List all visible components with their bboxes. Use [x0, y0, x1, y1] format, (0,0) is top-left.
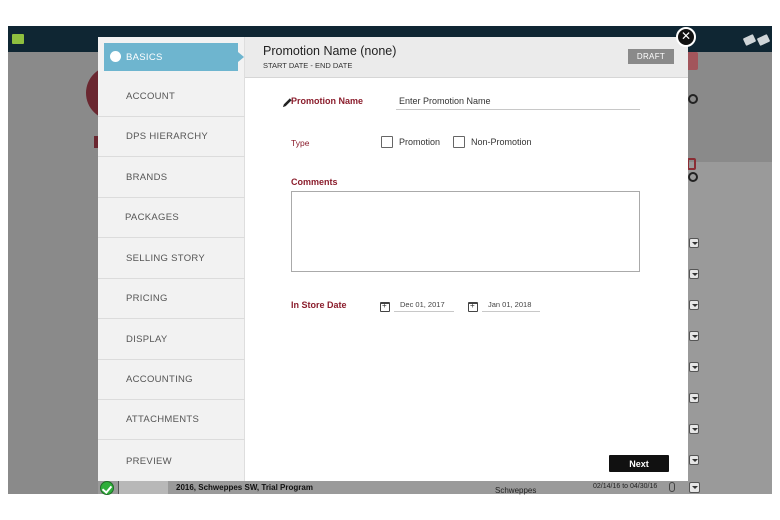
- page-title: Promotion Name (none): [263, 44, 397, 58]
- row-menu-button: [689, 362, 699, 372]
- end-date-field[interactable]: Jan 01, 2018: [482, 298, 540, 312]
- close-icon: ✕: [680, 29, 692, 43]
- sidebar-item-account[interactable]: ACCOUNT: [98, 77, 245, 117]
- row-dates: 02/14/16 to 04/30/16: [593, 483, 658, 490]
- type-label: Type: [291, 138, 310, 148]
- comments-label: Comments: [291, 177, 338, 187]
- paperclip-icon: [669, 482, 675, 492]
- row-menu-button: [689, 455, 699, 465]
- sidebar-item-attachments[interactable]: ATTACHMENTS: [98, 400, 245, 440]
- folder-icon: [12, 34, 24, 44]
- row-menu-button: [689, 424, 699, 434]
- comments-textarea[interactable]: [291, 191, 640, 272]
- row-menu-button: [689, 331, 699, 341]
- close-button[interactable]: ✕: [676, 27, 696, 47]
- sidebar-item-brands[interactable]: BRANDS: [98, 158, 245, 198]
- promotion-name-input[interactable]: [396, 92, 640, 110]
- next-button[interactable]: Next: [609, 455, 669, 472]
- promotion-name-label: Promotion Name: [291, 96, 364, 106]
- sidebar-item-accounting[interactable]: ACCOUNTING: [98, 360, 245, 400]
- promotion-option-label: Promotion: [399, 137, 441, 147]
- trash-icon: [687, 158, 696, 170]
- row-menu-button: [689, 300, 699, 310]
- row-menu-button: [689, 393, 699, 403]
- non-promotion-option-label: Non-Promotion: [471, 137, 532, 147]
- modal-sidebar: BASICS ACCOUNT DPS HIERARCHY BRANDS PACK…: [98, 37, 245, 481]
- in-store-date-label: In Store Date: [291, 300, 347, 310]
- modal-header: Promotion Name (none) START DATE - END D…: [245, 37, 688, 78]
- status-badge: DRAFT: [628, 49, 674, 64]
- sidebar-item-preview[interactable]: PREVIEW: [98, 441, 245, 481]
- search-icon: [688, 94, 698, 104]
- row-menu-button: [689, 238, 699, 248]
- thumbnail-image: [118, 480, 168, 494]
- sidebar-item-display[interactable]: DISPLAY: [98, 320, 245, 360]
- date-range-subtitle: START DATE - END DATE: [263, 61, 353, 70]
- screen: 2016, Schweppes SW, Trial Program Schwep…: [0, 0, 780, 520]
- sidebar-item-packages[interactable]: PACKAGES: [98, 198, 245, 238]
- sidebar-item-selling-story[interactable]: SELLING STORY: [98, 239, 245, 279]
- start-date-field[interactable]: Dec 01, 2017: [394, 298, 454, 312]
- tag-icon: [742, 34, 757, 46]
- sidebar-item-pricing[interactable]: PRICING: [98, 279, 245, 319]
- row-menu-button: [689, 269, 699, 279]
- calendar-icon[interactable]: [468, 301, 478, 312]
- row-menu-button[interactable]: [689, 482, 700, 493]
- row-title: 2016, Schweppes SW, Trial Program: [176, 483, 313, 492]
- pencil-icon: [282, 98, 292, 108]
- row-brand: Schweppes: [495, 486, 537, 495]
- tag-icon: [756, 34, 771, 46]
- sidebar-item-basics[interactable]: BASICS: [104, 43, 244, 71]
- search-icon: [688, 172, 698, 182]
- non-promotion-checkbox[interactable]: [453, 136, 465, 148]
- check-icon: [100, 481, 114, 495]
- sidebar-item-dps-hierarchy[interactable]: DPS HIERARCHY: [98, 117, 245, 157]
- promotion-checkbox[interactable]: [381, 136, 393, 148]
- app-grid-column: [686, 162, 772, 494]
- calendar-icon[interactable]: [380, 301, 390, 312]
